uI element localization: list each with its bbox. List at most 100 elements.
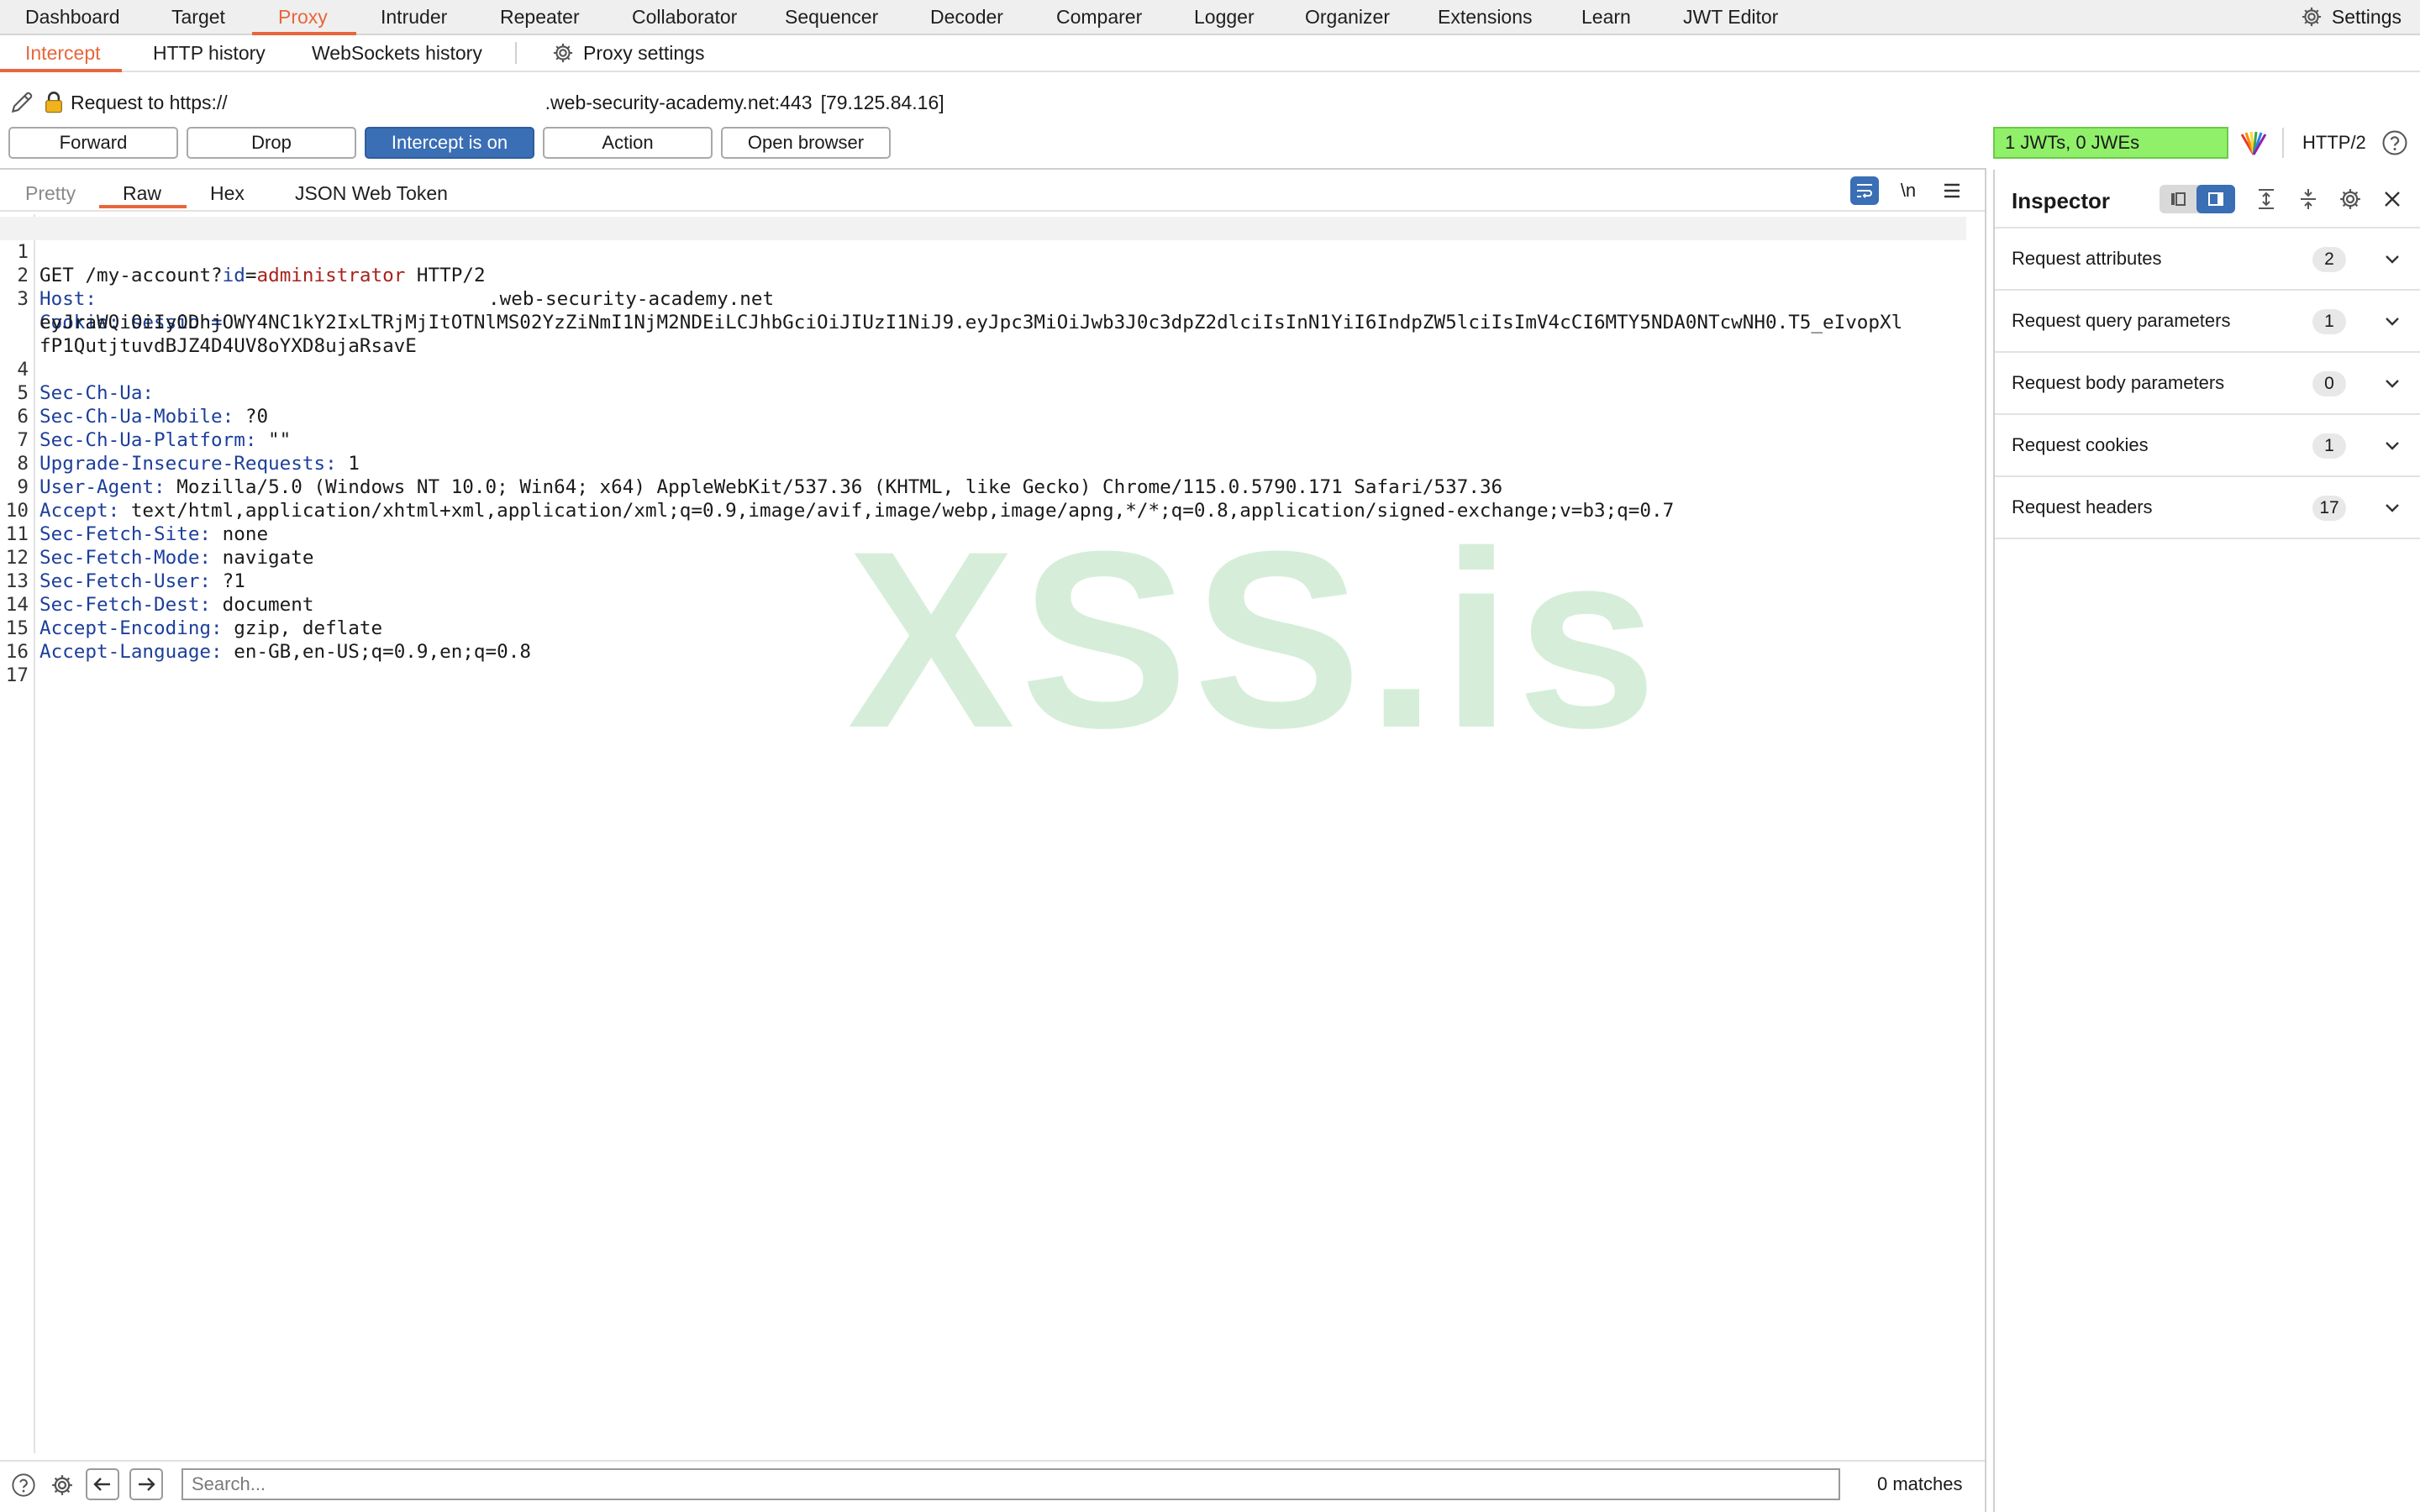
inspector-section-request-headers[interactable]: Request headers 17 bbox=[1995, 477, 2420, 539]
request-line: 1 GET /my-account?id=administrator HTTP/… bbox=[0, 217, 1966, 286]
tab-jwt-editor[interactable]: JWT Editor bbox=[1683, 0, 1778, 34]
section-count-badge: 0 bbox=[2312, 371, 2346, 396]
forward-button[interactable]: Forward bbox=[8, 127, 178, 159]
section-label: Request attributes bbox=[2012, 248, 2162, 269]
gear-icon bbox=[553, 43, 573, 63]
active-editor-tab-indicator bbox=[99, 205, 187, 208]
subtab-separator bbox=[515, 42, 517, 64]
section-count-badge: 17 bbox=[2312, 496, 2346, 521]
tab-websockets-history[interactable]: WebSockets history bbox=[312, 35, 482, 71]
settings-button[interactable]: Settings bbox=[2300, 0, 2402, 34]
tab-repeater[interactable]: Repeater bbox=[500, 0, 580, 34]
header-line: 11 Sec-Fetch-Mode: navigate bbox=[0, 499, 1966, 569]
inspector-layout-toggle[interactable] bbox=[2160, 185, 2235, 213]
tab-proxy[interactable]: Proxy bbox=[278, 0, 328, 34]
inspector-section-request-body-parameters[interactable]: Request body parameters 0 bbox=[1995, 353, 2420, 415]
inspector-title: Inspector bbox=[2012, 188, 2111, 213]
section-label: Request cookies bbox=[2012, 434, 2149, 455]
lock-icon bbox=[45, 92, 62, 113]
panel-layout-icon bbox=[2208, 192, 2223, 206]
header-line: 8 User-Agent: Mozilla/5.0 (Windows NT 10… bbox=[0, 428, 1966, 498]
tab-http-history[interactable]: HTTP history bbox=[153, 35, 266, 71]
tab-intercept[interactable]: Intercept bbox=[25, 35, 101, 71]
proxy-settings-button[interactable]: Proxy settings bbox=[551, 35, 704, 71]
close-icon[interactable] bbox=[2378, 185, 2407, 213]
previous-match-button[interactable] bbox=[86, 1468, 119, 1500]
intercept-toggle-button[interactable]: Intercept is on bbox=[365, 127, 534, 159]
pencil-icon[interactable] bbox=[8, 89, 35, 116]
tab-decoder[interactable]: Decoder bbox=[930, 0, 1003, 34]
request-host-suffix: .web-security-academy.net:443 bbox=[544, 91, 813, 113]
section-count-badge: 2 bbox=[2312, 247, 2346, 272]
editor-menu-icon[interactable] bbox=[1938, 176, 1966, 205]
open-browser-button[interactable]: Open browser bbox=[721, 127, 891, 159]
action-button[interactable]: Action bbox=[543, 127, 713, 159]
empty-line: 16 bbox=[0, 617, 1966, 663]
tab-raw[interactable]: Raw bbox=[123, 170, 161, 210]
section-count-badge: 1 bbox=[2312, 433, 2346, 459]
header-line: 15 Accept-Language: en-GB,en-US;q=0.9,en… bbox=[0, 593, 1966, 663]
tab-organizer[interactable]: Organizer bbox=[1305, 0, 1390, 34]
list-layout-icon bbox=[2171, 192, 2186, 206]
inspector-section-request-query-parameters[interactable]: Request query parameters 1 bbox=[1995, 291, 2420, 353]
request-target-line: Request to https:// .web-security-academ… bbox=[8, 87, 944, 118]
gear-icon[interactable] bbox=[2336, 185, 2365, 213]
tab-target[interactable]: Target bbox=[171, 0, 225, 34]
tab-json-web-token[interactable]: JSON Web Token bbox=[295, 170, 448, 210]
section-count-badge: 1 bbox=[2312, 309, 2346, 334]
show-newlines-toggle[interactable]: \n bbox=[1894, 176, 1923, 205]
inspector-panel: Inspector Request attributes 2 Request q… bbox=[1993, 170, 2420, 1512]
proxy-settings-label: Proxy settings bbox=[583, 41, 705, 64]
request-ip: [79.125.84.16] bbox=[820, 91, 944, 113]
chevron-down-icon bbox=[2386, 318, 2399, 326]
inspector-section-request-attributes[interactable]: Request attributes 2 bbox=[1995, 228, 2420, 291]
match-count: 0 matches bbox=[1877, 1473, 1963, 1494]
inspector-section-request-cookies[interactable]: Request cookies 1 bbox=[1995, 415, 2420, 477]
help-icon[interactable] bbox=[7, 1468, 40, 1502]
protocol-label[interactable]: HTTP/2 bbox=[2302, 127, 2366, 159]
chevron-down-icon bbox=[2386, 255, 2399, 264]
layout-selected-segment[interactable] bbox=[2196, 185, 2235, 213]
jwt-count-badge: 1 JWTs, 0 JWEs bbox=[1993, 127, 2228, 159]
section-label: Request query parameters bbox=[2012, 310, 2231, 331]
jwt-editor-icon[interactable] bbox=[2238, 129, 2269, 156]
header-line: 4 Sec-Ch-Ua: bbox=[0, 334, 1966, 404]
tab-logger[interactable]: Logger bbox=[1194, 0, 1255, 34]
word-wrap-icon[interactable] bbox=[1850, 176, 1879, 205]
header-line-cookie: 3 Cookie: session= bbox=[0, 264, 1966, 333]
collapse-all-icon[interactable] bbox=[2294, 185, 2323, 213]
empty-line: 17 bbox=[0, 640, 1966, 686]
header-line: 6 Sec-Ch-Ua-Platform: "" bbox=[0, 381, 1966, 451]
proxy-subtab-bar: Intercept HTTP history WebSockets histor… bbox=[0, 35, 2420, 72]
tab-intruder[interactable]: Intruder bbox=[381, 0, 447, 34]
cookie-value-line: fP1QutjtuvdBJZ4D4UV8oYXD8ujaRsavE bbox=[0, 311, 1966, 357]
raw-request-body[interactable]: 1 GET /my-account?id=administrator HTTP/… bbox=[0, 217, 1966, 686]
settings-label: Settings bbox=[2331, 5, 2402, 28]
gear-icon[interactable] bbox=[45, 1468, 79, 1502]
tab-learn[interactable]: Learn bbox=[1581, 0, 1631, 34]
gear-icon bbox=[2302, 7, 2321, 27]
header-line: 12 Sec-Fetch-User: ?1 bbox=[0, 522, 1966, 592]
main-menu-bar: Dashboard Target Proxy Intruder Repeater… bbox=[0, 0, 2420, 35]
next-match-button[interactable] bbox=[129, 1468, 163, 1500]
section-label: Request headers bbox=[2012, 496, 2153, 517]
toolbar-separator bbox=[2282, 128, 2284, 158]
tab-pretty[interactable]: Pretty bbox=[25, 170, 76, 210]
header-line: 14 Accept-Encoding: gzip, deflate bbox=[0, 570, 1966, 639]
header-line: 9 Accept: text/html,application/xhtml+xm… bbox=[0, 452, 1966, 522]
tab-dashboard[interactable]: Dashboard bbox=[25, 0, 120, 34]
expand-all-icon[interactable] bbox=[2252, 185, 2281, 213]
tab-extensions[interactable]: Extensions bbox=[1438, 0, 1533, 34]
tab-hex[interactable]: Hex bbox=[210, 170, 245, 210]
section-label: Request body parameters bbox=[2012, 372, 2225, 393]
arrow-left-icon bbox=[93, 1478, 110, 1491]
help-icon[interactable] bbox=[2381, 129, 2408, 156]
drop-button[interactable]: Drop bbox=[187, 127, 356, 159]
arrow-right-icon bbox=[139, 1478, 155, 1491]
tab-sequencer[interactable]: Sequencer bbox=[785, 0, 878, 34]
tab-comparer[interactable]: Comparer bbox=[1056, 0, 1142, 34]
editor-view-tabs: Pretty Raw Hex JSON Web Token bbox=[0, 170, 1985, 212]
header-line: 7 Upgrade-Insecure-Requests: 1 bbox=[0, 405, 1966, 475]
tab-collaborator[interactable]: Collaborator bbox=[632, 0, 737, 34]
search-input[interactable] bbox=[182, 1468, 1840, 1500]
